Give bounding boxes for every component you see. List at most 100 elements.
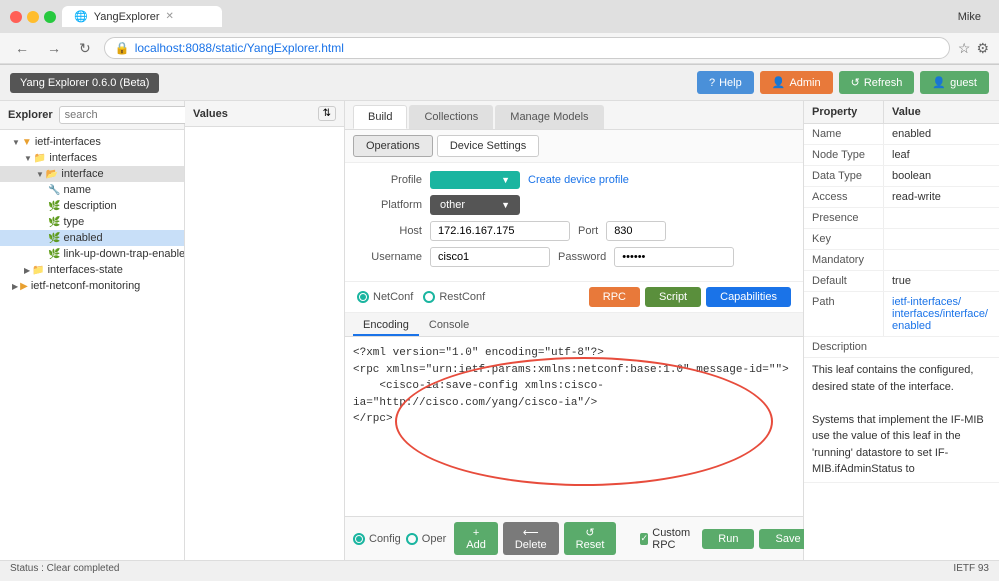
plus-icon: +: [473, 527, 479, 539]
platform-select-value: other: [440, 199, 465, 211]
bookmark-icon[interactable]: ☆: [958, 40, 971, 57]
config-radio-label[interactable]: Config: [353, 533, 401, 545]
protocol-row: NetConf RestConf RPC Script Capabilities: [345, 282, 803, 313]
password-label: Password: [558, 251, 606, 263]
reload-button[interactable]: ↻: [74, 38, 96, 59]
tab-close-icon[interactable]: ✕: [166, 11, 174, 22]
tree-item-ietf-netconf[interactable]: ▶ ▶ ietf-netconf-monitoring: [0, 278, 184, 294]
script-button[interactable]: Script: [645, 287, 701, 307]
tab-build[interactable]: Build: [353, 105, 407, 129]
app: Yang Explorer 0.6.0 (Beta) ? Help 👤 Admi…: [0, 65, 999, 576]
explorer-label: Explorer: [8, 109, 53, 121]
tab-collections[interactable]: Collections: [409, 105, 493, 129]
password-input[interactable]: [614, 247, 734, 267]
folder-open-icon: 📂: [46, 169, 58, 180]
prop-val-mandatory: [884, 250, 900, 270]
port-input[interactable]: [606, 221, 666, 241]
profile-label: Profile: [357, 174, 422, 186]
prop-key-data-type: Data Type: [804, 166, 884, 186]
host-input[interactable]: [430, 221, 570, 241]
tree-item-interfaces[interactable]: ▼ 📁 interfaces: [0, 150, 184, 166]
guest-button[interactable]: 👤 guest: [920, 71, 989, 94]
chevron-down-icon: ▼: [501, 200, 510, 210]
ops-btn-device-settings[interactable]: Device Settings: [437, 135, 539, 157]
prop-key-default: Default: [804, 271, 884, 291]
app-title-button[interactable]: Yang Explorer 0.6.0 (Beta): [10, 73, 159, 93]
prop-key-path: Path: [804, 292, 884, 336]
prop-row-access: Access read-write: [804, 187, 999, 208]
help-icon: ?: [709, 77, 715, 89]
tab-manage-models[interactable]: Manage Models: [495, 105, 603, 129]
admin-button[interactable]: 👤 Admin: [760, 71, 833, 94]
values-panel: Values ⇅: [185, 101, 345, 560]
help-button[interactable]: ? Help: [697, 71, 754, 94]
prop-val-node-type: leaf: [884, 145, 918, 165]
prop-val-default: true: [884, 271, 919, 291]
ops-bar: Operations Device Settings: [345, 130, 803, 163]
tree-item-name[interactable]: 🔧 name: [0, 182, 184, 198]
leaf-icon: 🌿: [48, 233, 60, 244]
tree-item-interfaces-state[interactable]: ▶ 📁 interfaces-state: [0, 262, 184, 278]
main-area: Explorer ▼ ▼ ietf-interfaces ▼ 📁 interfa…: [0, 101, 999, 560]
oper-radio-button[interactable]: [406, 533, 418, 545]
tab-icon: 🌐: [74, 10, 88, 23]
oper-radio-label[interactable]: Oper: [406, 533, 446, 545]
tree-item-description[interactable]: 🌿 description: [0, 198, 184, 214]
prop-row-presence: Presence: [804, 208, 999, 229]
profile-row: Profile ▼ Create device profile: [357, 171, 791, 189]
delete-button[interactable]: ⟵ Delete: [503, 522, 559, 555]
tree-item-link-up-down[interactable]: 🌿 link-up-down-trap-enable: [0, 246, 184, 262]
encoding-tab-console[interactable]: Console: [419, 316, 479, 336]
ops-btn-operations[interactable]: Operations: [353, 135, 433, 157]
encoding-tab-encoding[interactable]: Encoding: [353, 316, 419, 336]
custom-rpc-label: Custom RPC: [652, 527, 694, 551]
restconf-radio-button[interactable]: [423, 291, 435, 303]
tree-item-interface[interactable]: ▼ 📂 interface: [0, 166, 184, 182]
custom-rpc-checkbox[interactable]: ✓: [640, 533, 648, 545]
platform-row: Platform other ▼: [357, 195, 791, 215]
wrench-icon: 🔧: [48, 185, 60, 196]
profile-select[interactable]: ▼: [430, 171, 520, 189]
code-area[interactable]: <?xml version="1.0" encoding="utf-8"?> <…: [345, 337, 803, 516]
prop-row-name: Name enabled: [804, 124, 999, 145]
rpc-button[interactable]: RPC: [589, 287, 640, 307]
run-button[interactable]: Run: [702, 529, 754, 549]
restconf-radio-label[interactable]: RestConf: [423, 291, 485, 303]
browser-tab[interactable]: 🌐 YangExplorer ✕: [62, 6, 222, 27]
forward-button[interactable]: →: [42, 38, 66, 58]
capabilities-button[interactable]: Capabilities: [706, 287, 791, 307]
prop-key-presence: Presence: [804, 208, 884, 228]
tree-item-label: name: [63, 184, 91, 196]
platform-select[interactable]: other ▼: [430, 195, 520, 215]
netconf-radio-label[interactable]: NetConf: [357, 291, 413, 303]
back-button[interactable]: ←: [10, 38, 34, 58]
tree-item-enabled[interactable]: 🌿 enabled: [0, 230, 184, 246]
add-button[interactable]: + Add: [454, 522, 498, 555]
refresh-button[interactable]: ↺ Refresh: [839, 71, 915, 94]
config-radio-button[interactable]: [353, 533, 365, 545]
create-profile-link[interactable]: Create device profile: [528, 174, 629, 186]
custom-rpc-checkbox-label[interactable]: ✓ Custom RPC: [640, 527, 694, 551]
maximize-button[interactable]: [44, 11, 56, 23]
value-col-header: Value: [884, 101, 929, 123]
username-label: Username: [357, 251, 422, 263]
config-oper-group: Config Oper: [353, 533, 446, 545]
refresh-icon: ↺: [851, 76, 860, 89]
tree-item-label: type: [63, 216, 84, 228]
prop-key-description: Description: [804, 337, 999, 358]
tree-item-type[interactable]: 🌿 type: [0, 214, 184, 230]
explorer-header: Explorer: [0, 101, 184, 130]
code-line-2: <rpc xmlns="urn:ietf:params:xmlns:netcon…: [353, 362, 795, 379]
toolbar-right: ? Help 👤 Admin ↺ Refresh 👤 guest: [697, 71, 989, 94]
extensions-icon[interactable]: ⚙: [976, 40, 989, 57]
close-button[interactable]: [10, 11, 22, 23]
sort-button[interactable]: ⇅: [318, 106, 336, 121]
tree-item-label: interfaces: [49, 152, 97, 164]
tree-item-ietf-interfaces[interactable]: ▼ ▼ ietf-interfaces: [0, 134, 184, 150]
username-input[interactable]: [430, 247, 550, 267]
reset-button[interactable]: ↺ Reset: [564, 522, 617, 555]
url-bar[interactable]: 🔒 localhost:8088/static/YangExplorer.htm…: [104, 37, 950, 59]
protocol-buttons: RPC Script Capabilities: [589, 287, 791, 307]
minimize-button[interactable]: [27, 11, 39, 23]
netconf-radio-button[interactable]: [357, 291, 369, 303]
